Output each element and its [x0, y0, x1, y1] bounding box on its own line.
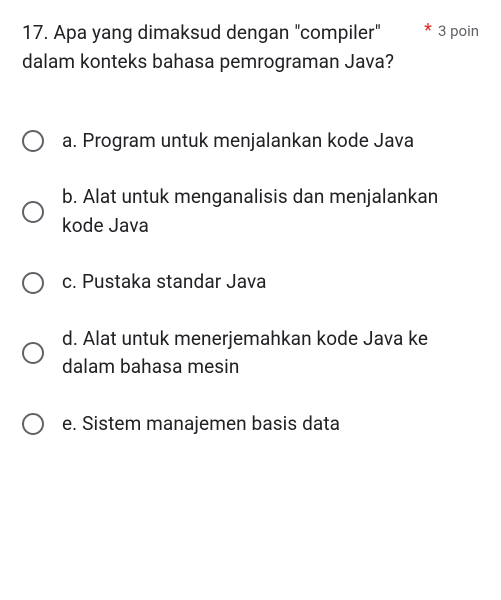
options-list: a. Program untuk menjalankan kode Java b… — [22, 113, 479, 453]
option-e[interactable]: e. Sistem manajemen basis data — [22, 396, 479, 453]
radio-icon[interactable] — [22, 201, 44, 223]
option-label: b. Alat untuk menganalisis dan menjalank… — [62, 183, 479, 240]
radio-icon[interactable] — [22, 413, 44, 435]
question-header: 17. Apa yang dimaksud dengan "compiler" … — [22, 18, 479, 77]
option-c[interactable]: c. Pustaka standar Java — [22, 254, 479, 311]
option-label: a. Program untuk menjalankan kode Java — [62, 127, 414, 156]
radio-icon[interactable] — [22, 342, 44, 364]
question-text: 17. Apa yang dimaksud dengan "compiler" … — [22, 18, 412, 77]
points-label: 3 poin — [438, 22, 479, 40]
option-label: c. Pustaka standar Java — [62, 268, 267, 297]
radio-icon[interactable] — [22, 272, 44, 294]
required-star: * — [424, 20, 432, 41]
question-meta: * 3 poin — [424, 18, 479, 41]
option-d[interactable]: d. Alat untuk menerjemahkan kode Java ke… — [22, 311, 479, 396]
option-label: e. Sistem manajemen basis data — [62, 410, 340, 439]
option-b[interactable]: b. Alat untuk menganalisis dan menjalank… — [22, 169, 479, 254]
option-label: d. Alat untuk menerjemahkan kode Java ke… — [62, 325, 479, 382]
radio-icon[interactable] — [22, 130, 44, 152]
option-a[interactable]: a. Program untuk menjalankan kode Java — [22, 113, 479, 170]
